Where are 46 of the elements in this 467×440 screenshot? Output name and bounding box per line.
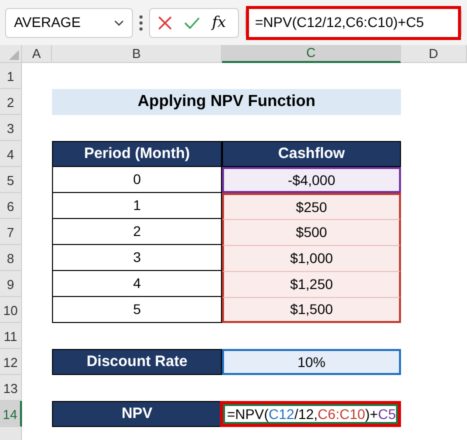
row-header[interactable]: 7 — [0, 219, 22, 245]
row-label: Discount Rate — [52, 349, 222, 375]
table-cell: 5 — [52, 297, 222, 323]
cancel-icon[interactable] — [158, 16, 172, 30]
formula-cell[interactable]: =NPV(C12/12,C6:C10)+C5 — [223, 404, 398, 424]
row-header[interactable]: 10 — [0, 297, 22, 323]
row-header[interactable]: 8 — [0, 245, 22, 271]
table-cell: $250 — [222, 193, 401, 219]
row-header[interactable]: 4 — [0, 141, 22, 167]
table-cell: 4 — [52, 271, 222, 297]
row-header[interactable]: 11 — [0, 323, 22, 349]
table-cell: 0 — [52, 167, 222, 193]
table-cell: 3 — [52, 245, 222, 271]
formula-field[interactable]: =NPV(C12/12,C6:C10)+C5 — [246, 6, 461, 40]
name-box[interactable]: AVERAGE — [5, 8, 133, 38]
table-header: Cashflow — [222, 141, 401, 167]
column-header[interactable]: D — [401, 45, 467, 63]
table-cell: $500 — [222, 219, 401, 245]
insert-function-button[interactable]: fx — [212, 11, 226, 34]
row-header[interactable]: 6 — [0, 193, 22, 219]
table-cell: 10% — [222, 349, 401, 375]
column-header[interactable]: A — [22, 45, 52, 63]
row-header[interactable]: 1 — [0, 63, 22, 89]
row-header[interactable]: 14 — [0, 401, 22, 427]
table-cell: 2 — [52, 219, 222, 245]
table-header: Period (Month) — [52, 141, 222, 167]
row-label: NPV — [52, 401, 222, 427]
row-header[interactable]: 3 — [0, 115, 22, 141]
check-icon[interactable] — [184, 16, 200, 28]
row-header[interactable]: 5 — [0, 167, 22, 193]
row-header[interactable]: 2 — [0, 89, 22, 115]
row-header[interactable]: 13 — [0, 375, 22, 401]
name-box-text: AVERAGE — [14, 13, 81, 32]
row-header[interactable]: 9 — [0, 271, 22, 297]
more-options-icon[interactable] — [139, 14, 143, 30]
column-header[interactable]: B — [52, 45, 222, 63]
title-cell: Applying NPV Function — [52, 89, 401, 115]
dropdown-caret-icon — [114, 20, 124, 26]
table-cell: $1,000 — [222, 245, 401, 271]
table-cell: $1,500 — [222, 297, 401, 323]
table-cell: $1,250 — [222, 271, 401, 297]
row-header[interactable]: 12 — [0, 349, 22, 375]
table-cell: -$4,000 — [222, 167, 401, 193]
table-cell: 1 — [52, 193, 222, 219]
row-header-background — [0, 427, 22, 440]
column-header[interactable]: C — [222, 45, 401, 63]
